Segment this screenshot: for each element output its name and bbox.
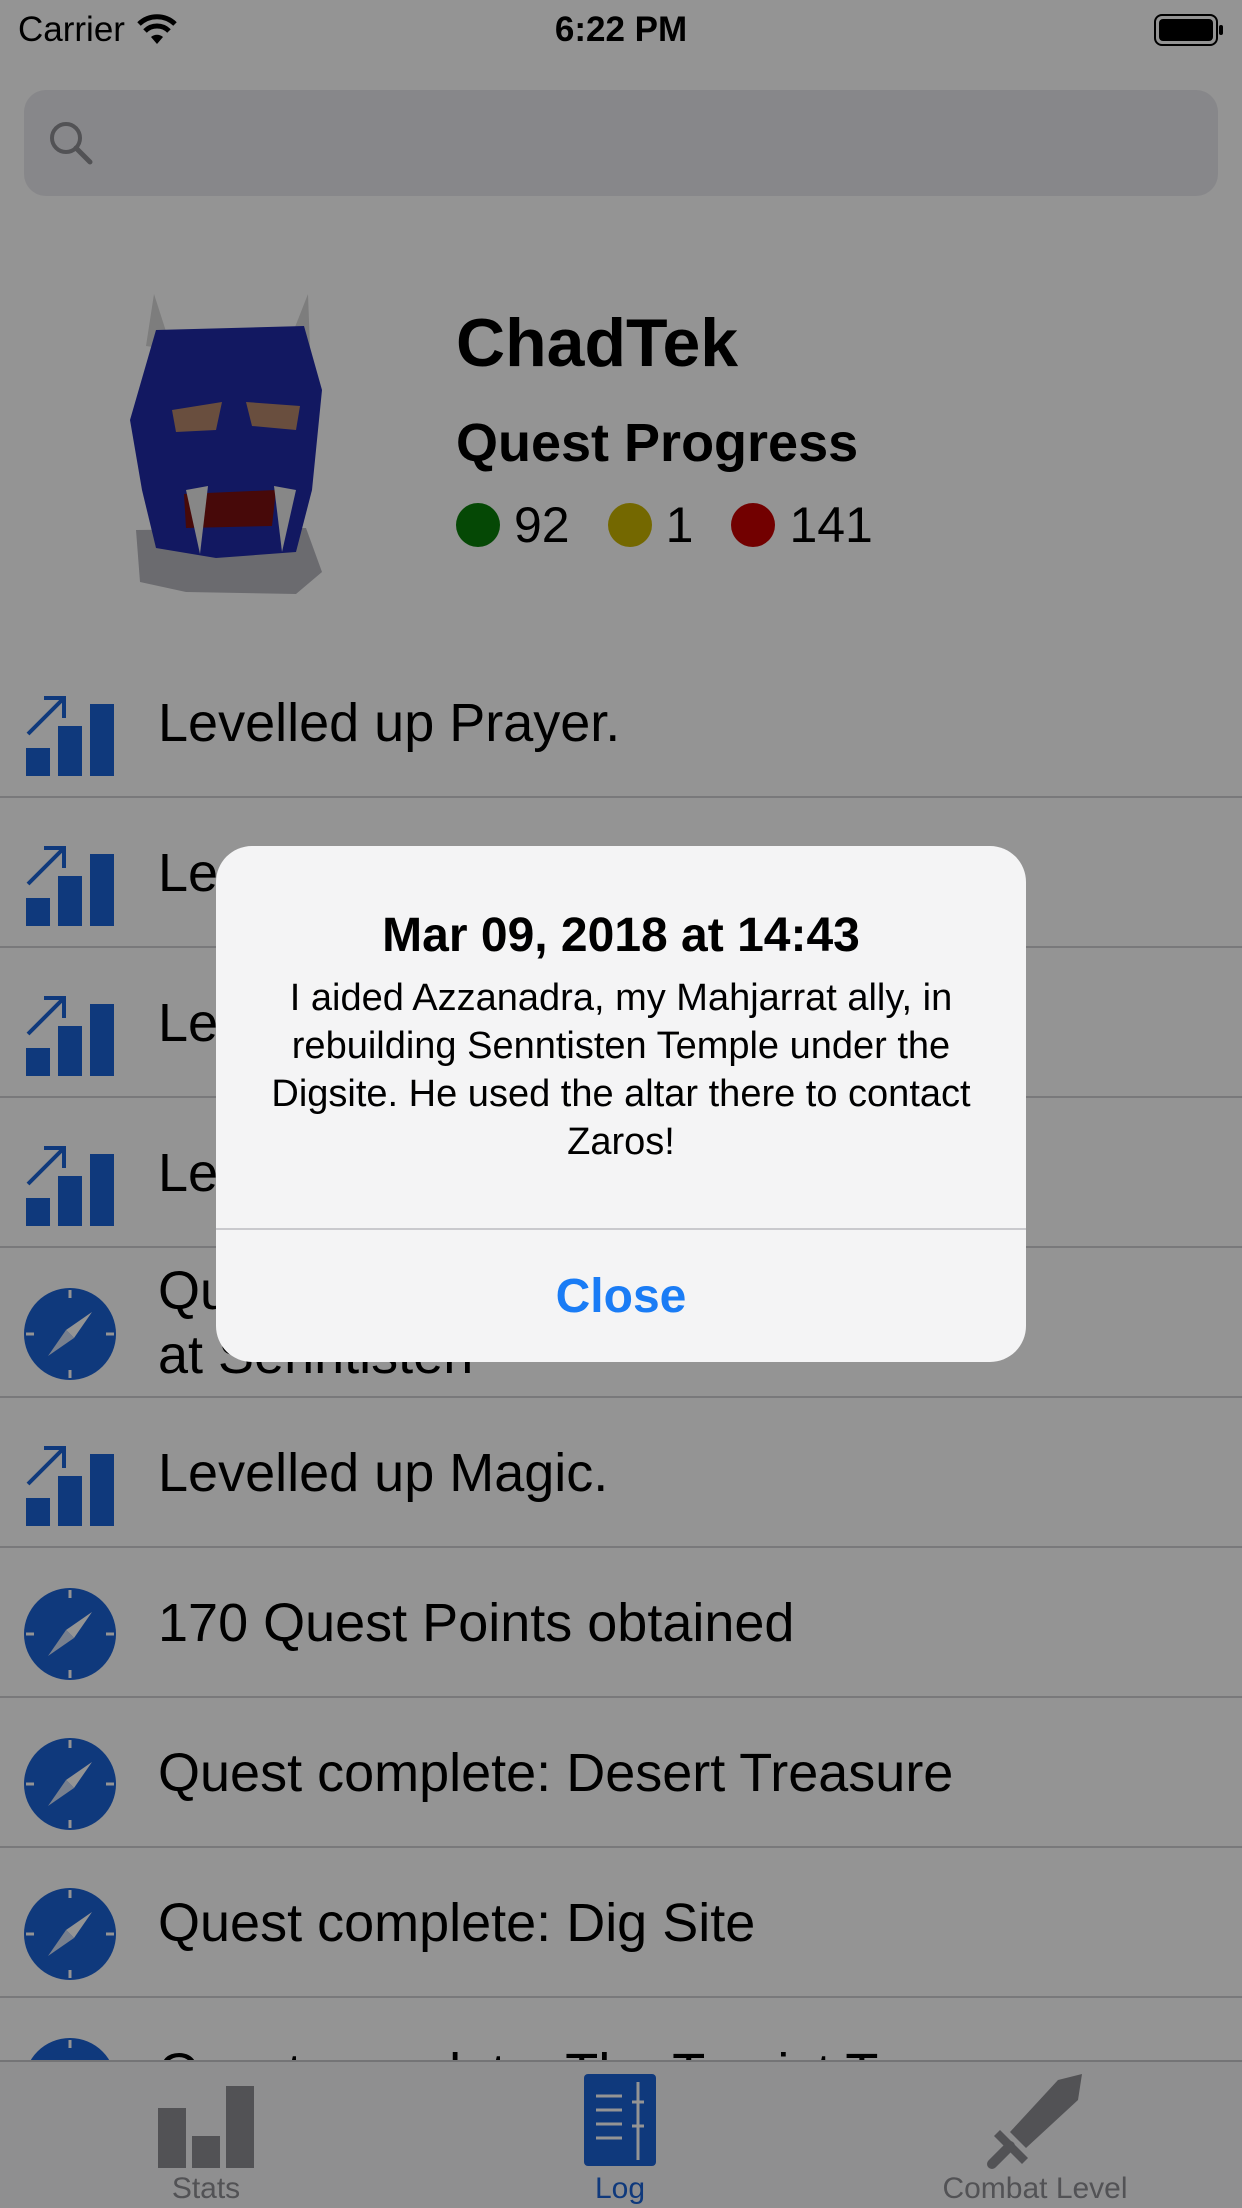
alert-message: I aided Azzanadra, my Mahjarrat ally, in… bbox=[271, 977, 971, 1163]
alert-title: Mar 09, 2018 at 14:43 bbox=[382, 909, 860, 962]
alert-dialog: Mar 09, 2018 at 14:43 I aided Azzanadra,… bbox=[216, 846, 1026, 1362]
close-button[interactable]: Close bbox=[216, 1230, 1026, 1362]
